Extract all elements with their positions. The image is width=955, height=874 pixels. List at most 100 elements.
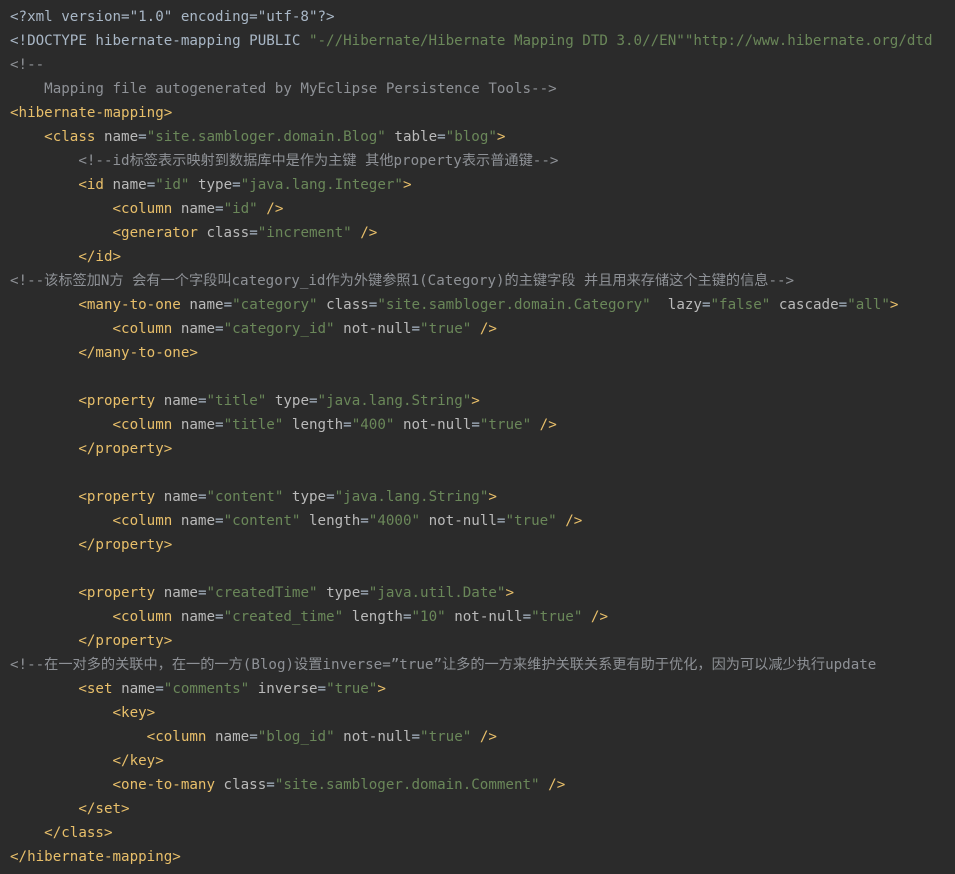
code-token: "true": [505, 513, 557, 529]
code-token: "id": [155, 177, 190, 193]
code-token: "category_id": [223, 321, 335, 337]
code-token: "increment": [257, 225, 352, 241]
code-line[interactable]: <property name="title" type="java.lang.S…: [0, 389, 955, 413]
code-line[interactable]: </hibernate-mapping>: [0, 845, 955, 869]
code-line[interactable]: <!--id标签表示映射到数据库中是作为主键 其他property表示普通键--…: [0, 149, 955, 173]
code-token: "title": [206, 393, 267, 409]
code-token: "true": [420, 729, 472, 745]
code-line[interactable]: <?xml version="1.0" encoding="utf-8"?>: [0, 5, 955, 29]
code-token: "created_time": [223, 609, 344, 625]
code-token: <!--在一对多的关联中，在一的一方(Blog)设置inverse=”true”…: [10, 657, 877, 673]
code-line[interactable]: </id>: [0, 245, 955, 269]
code-line[interactable]: <class name="site.sambloger.domain.Blog"…: [0, 125, 955, 149]
code-line[interactable]: <property name="content" type="java.lang…: [0, 485, 955, 509]
code-line[interactable]: <!--在一对多的关联中，在一的一方(Blog)设置inverse=”true”…: [0, 653, 955, 677]
code-token: >: [496, 129, 506, 145]
code-token: </property>: [78, 537, 173, 553]
code-line[interactable]: [0, 461, 955, 485]
code-token: name: [189, 297, 224, 313]
code-line[interactable]: <set name="comments" inverse="true">: [0, 677, 955, 701]
code-line[interactable]: [0, 365, 955, 389]
code-token: "400": [351, 417, 395, 433]
code-token: =: [411, 729, 421, 745]
code-token: "java.lang.String": [334, 489, 489, 505]
code-token: "true": [531, 609, 583, 625]
code-token: =: [155, 681, 164, 697]
code-line[interactable]: <!--: [0, 53, 955, 77]
code-line[interactable]: <property name="createdTime" type="java.…: [0, 581, 955, 605]
code-token: >: [889, 297, 899, 313]
code-line[interactable]: <one-to-many class="site.sambloger.domai…: [0, 773, 955, 797]
code-token: Mapping file autogenerated by MyEclipse …: [44, 81, 557, 97]
code-token: =: [232, 177, 241, 193]
code-token: <key>: [112, 705, 156, 721]
code-token: "true": [479, 417, 532, 433]
code-line[interactable]: </property>: [0, 437, 955, 461]
code-token: name: [163, 393, 198, 409]
code-line[interactable]: [0, 557, 955, 581]
code-token: "java.lang.String": [317, 393, 472, 409]
code-line[interactable]: <key>: [0, 701, 955, 725]
code-token: "comments": [163, 681, 250, 697]
code-token: />: [479, 729, 497, 745]
code-token: "title": [223, 417, 284, 433]
code-token: "blog_id": [257, 729, 335, 745]
code-line[interactable]: <column name="created_time" length="10" …: [0, 605, 955, 629]
code-line[interactable]: <column name="blog_id" not-null="true" /…: [0, 725, 955, 749]
code-line[interactable]: <generator class="increment" />: [0, 221, 955, 245]
code-line[interactable]: <many-to-one name="category" class="site…: [0, 293, 955, 317]
code-line[interactable]: </property>: [0, 629, 955, 653]
code-token: </class>: [44, 825, 113, 841]
code-token: type: [197, 177, 233, 193]
code-token: </property>: [78, 441, 173, 457]
code-token: class: [326, 297, 369, 313]
code-token: <property: [78, 393, 164, 409]
code-line[interactable]: </many-to-one>: [0, 341, 955, 365]
code-token: =: [249, 729, 258, 745]
code-line[interactable]: <hibernate-mapping>: [0, 101, 955, 125]
code-line[interactable]: </key>: [0, 749, 955, 773]
code-token: =: [522, 609, 532, 625]
code-token: =: [215, 417, 224, 433]
code-line[interactable]: <column name="title" length="400" not-nu…: [0, 413, 955, 437]
code-token: <column: [112, 321, 181, 337]
code-line[interactable]: </set>: [0, 797, 955, 821]
code-line[interactable]: <!DOCTYPE hibernate-mapping PUBLIC "-//H…: [0, 29, 955, 53]
code-line[interactable]: </class>: [0, 821, 955, 845]
code-token: inverse: [257, 681, 318, 697]
code-token: name: [112, 177, 147, 193]
code-line[interactable]: </property>: [0, 533, 955, 557]
code-token: name: [163, 489, 198, 505]
code-editor[interactable]: <?xml version="1.0" encoding="utf-8"?> <!…: [0, 0, 955, 874]
code-token: <many-to-one: [78, 297, 190, 313]
code-line[interactable]: <column name="content" length="4000" not…: [0, 509, 955, 533]
code-line[interactable]: Mapping file autogenerated by MyEclipse …: [0, 77, 955, 101]
code-line[interactable]: <column name="category_id" not-null="tru…: [0, 317, 955, 341]
code-token: "createdTime": [206, 585, 318, 601]
code-line[interactable]: <id name="id" type="java.lang.Integer">: [0, 173, 955, 197]
code-token: <!DOCTYPE hibernate-mapping PUBLIC: [10, 33, 309, 49]
code-token: =: [146, 177, 156, 193]
code-token: =: [360, 513, 369, 529]
code-line[interactable]: <column name="id" />: [0, 197, 955, 221]
code-token: table: [394, 129, 438, 145]
code-token: "4000": [368, 513, 421, 529]
code-token: =: [317, 681, 327, 697]
code-line[interactable]: <!--该标签加N方 会有一个字段叫category_id作为外键参照1(Cat…: [0, 269, 955, 293]
